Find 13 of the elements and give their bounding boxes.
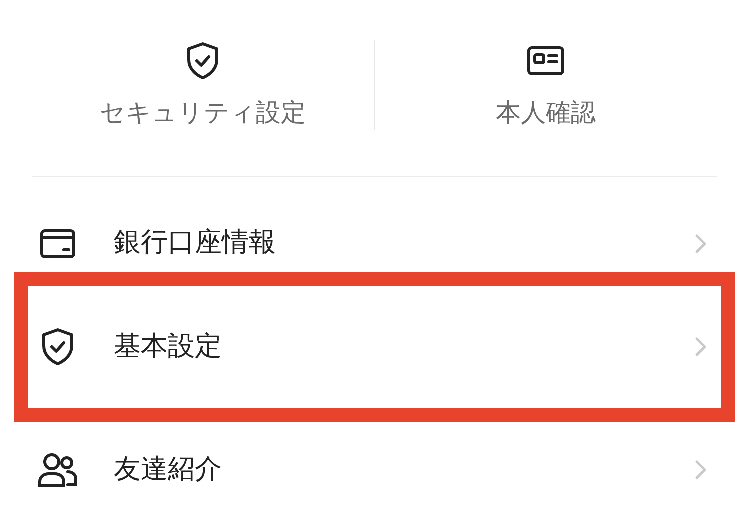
- menu-item-label[interactable]: 基本設定: [114, 326, 222, 368]
- people-icon: [38, 452, 78, 488]
- id-card-icon: [527, 46, 565, 76]
- card-icon: [40, 228, 76, 258]
- shortcut-label[interactable]: セキュリティ設定: [100, 94, 306, 132]
- chevron-icon: [695, 460, 707, 480]
- chevron-icon: [695, 337, 707, 357]
- chevron-icon: [695, 234, 707, 254]
- shield-icon: [41, 328, 75, 366]
- shield-icon: [186, 42, 220, 80]
- menu-item-label[interactable]: 友達紹介: [114, 450, 222, 490]
- menu-item-label[interactable]: 銀行口座情報: [114, 223, 276, 264]
- shortcut-label[interactable]: 本人確認: [496, 94, 596, 132]
